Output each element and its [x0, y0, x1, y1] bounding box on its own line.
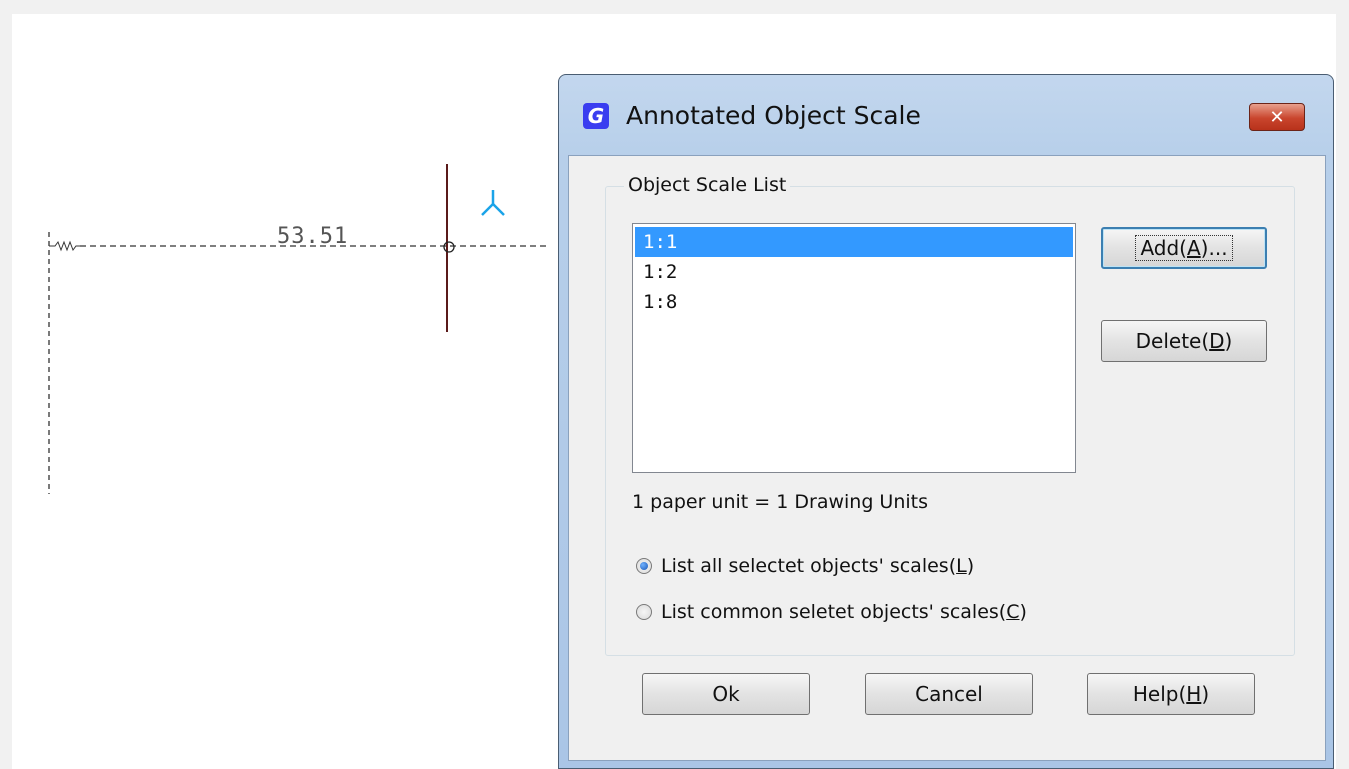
close-icon: ✕	[1269, 106, 1285, 128]
help-button[interactable]: Help(H)	[1087, 673, 1255, 715]
delete-button-label: Delete(D)	[1135, 329, 1233, 353]
ok-button[interactable]: Ok	[642, 673, 810, 715]
list-item[interactable]: 1:1	[635, 227, 1073, 257]
add-button[interactable]: Add(A)...	[1101, 227, 1267, 269]
dialog-client-area: Object Scale List 1:1 1:2 1:8 Add(A)... …	[568, 155, 1326, 761]
radio-list-common[interactable]: List common seletet objects' scales(C)	[636, 601, 1027, 623]
cancel-button[interactable]: Cancel	[865, 673, 1033, 715]
dimension-text: 53.51	[277, 224, 349, 249]
radio-list-all-label: List all selectet objects' scales(L)	[661, 555, 975, 577]
help-button-label: Help(H)	[1132, 682, 1210, 706]
annotated-object-scale-dialog: G Annotated Object Scale ✕ Object Scale …	[558, 74, 1334, 769]
radio-list-all[interactable]: List all selectet objects' scales(L)	[636, 555, 974, 577]
ucs-icon	[481, 190, 505, 216]
unit-info-text: 1 paper unit = 1 Drawing Units	[632, 491, 928, 513]
gstarcad-g-icon: G	[583, 103, 609, 129]
scale-listbox[interactable]: 1:1 1:2 1:8	[632, 223, 1076, 473]
snap-marker	[443, 241, 455, 253]
radio-button[interactable]	[636, 604, 652, 620]
delete-button[interactable]: Delete(D)	[1101, 320, 1267, 362]
radio-list-common-label: List common seletet objects' scales(C)	[661, 601, 1027, 623]
add-button-label: Add(A)...	[1135, 235, 1233, 261]
group-label: Object Scale List	[624, 174, 791, 196]
radio-button-checked[interactable]	[636, 558, 652, 574]
dialog-title: Annotated Object Scale	[626, 101, 921, 130]
list-item[interactable]: 1:2	[635, 257, 1073, 287]
close-button[interactable]: ✕	[1249, 103, 1305, 131]
list-item[interactable]: 1:8	[635, 287, 1073, 317]
object-scale-list-group: Object Scale List 1:1 1:2 1:8 Add(A)... …	[605, 174, 1295, 656]
break-line-left	[49, 240, 80, 252]
